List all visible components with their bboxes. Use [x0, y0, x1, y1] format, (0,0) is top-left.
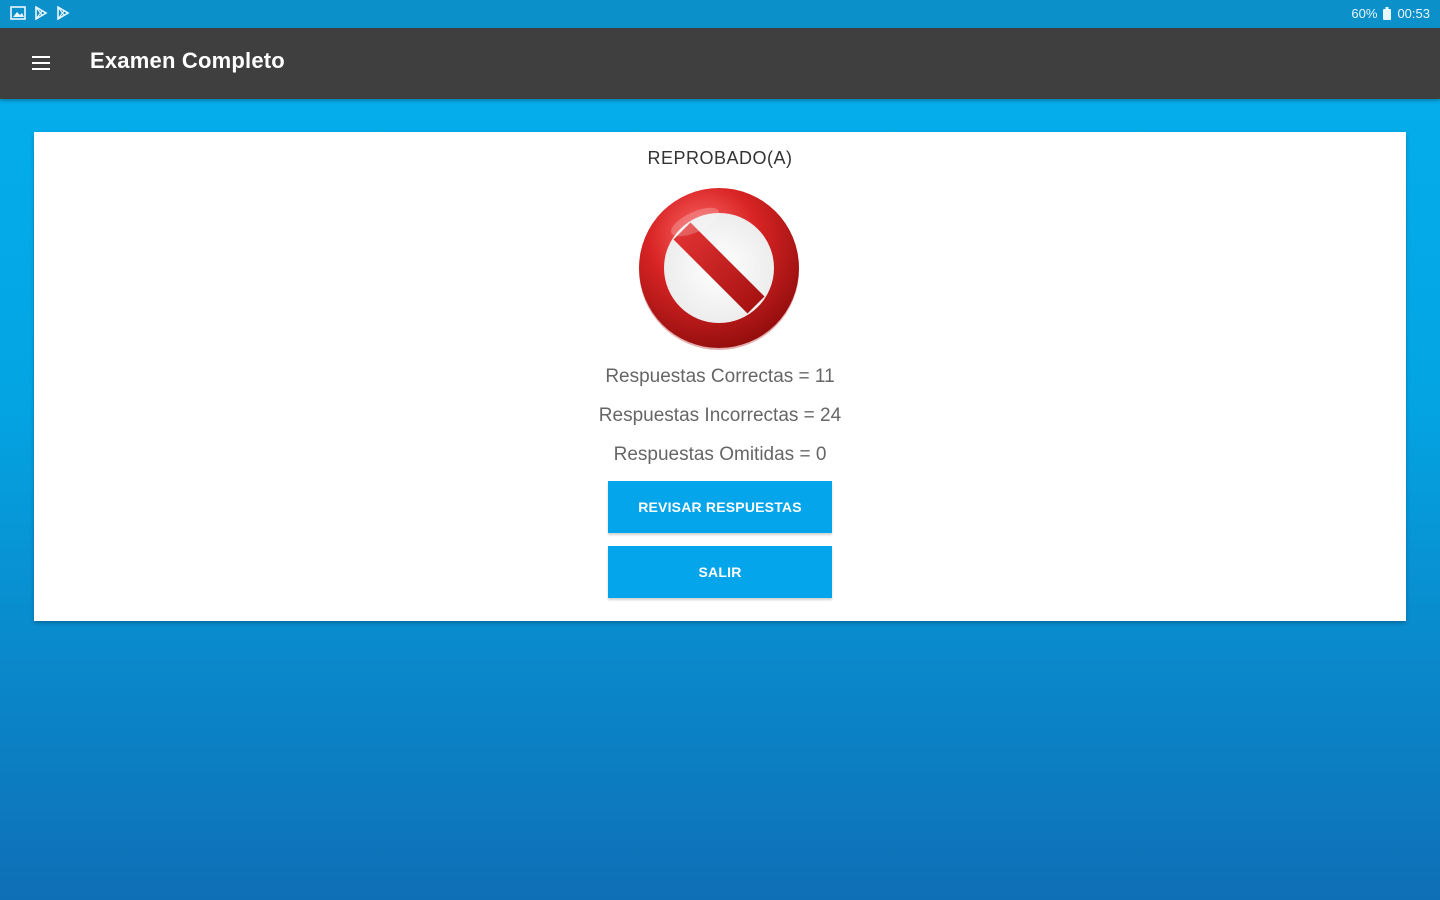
play-store-icon	[57, 6, 70, 20]
clock: 00:53	[1397, 6, 1430, 21]
app-title: Examen Completo	[90, 48, 285, 73]
incorrect-answers: Respuestas Incorrectas = 24	[598, 405, 842, 426]
play-store-icon	[35, 6, 48, 20]
status-system: 60% 00:53	[1351, 6, 1430, 21]
status-notifications	[10, 6, 70, 20]
battery-percent: 60%	[1351, 6, 1378, 21]
battery-icon	[1383, 7, 1392, 20]
review-answers-button[interactable]: REVISAR RESPUESTAS	[608, 481, 832, 533]
correct-answers: Respuestas Correctas = 11	[605, 366, 835, 387]
result-title: REPROBADO(A)	[647, 148, 793, 168]
status-bar: 60% 00:53	[0, 0, 1440, 28]
prohibited-icon	[639, 188, 799, 350]
omitted-answers: Respuestas Omitidas = 0	[613, 444, 827, 465]
menu-button[interactable]	[24, 48, 58, 78]
app-bar: Examen Completo	[0, 28, 1440, 99]
hamburger-menu-icon	[32, 56, 50, 70]
gallery-icon	[10, 6, 26, 20]
exit-button[interactable]: SALIR	[608, 546, 832, 598]
result-card: REPROBADO(A) Respuestas Correctas = 11 R…	[34, 132, 1406, 621]
